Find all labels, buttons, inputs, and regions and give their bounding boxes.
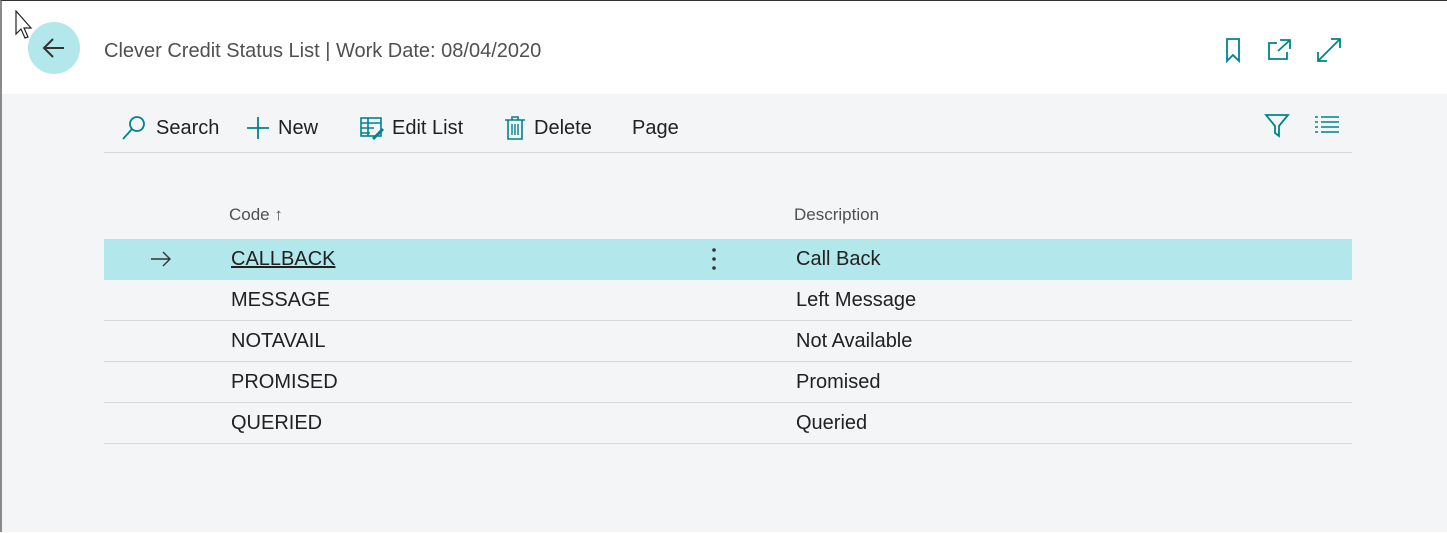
list-grid: CALLBACK Call Back MESSAGE Left Message …	[104, 239, 1352, 444]
code-cell[interactable]: MESSAGE	[231, 289, 330, 312]
back-arrow-icon	[42, 38, 64, 58]
search-button[interactable]: Search	[120, 112, 219, 144]
sort-ascending-icon: ↑	[274, 205, 283, 224]
edit-list-label: Edit List	[392, 116, 464, 139]
delete-button[interactable]: Delete	[504, 112, 592, 144]
row-arrow-icon	[151, 251, 171, 267]
plus-icon	[247, 117, 269, 139]
description-cell[interactable]: Promised	[796, 371, 880, 394]
search-label: Search	[156, 116, 220, 139]
table-row[interactable]: MESSAGE Left Message	[104, 280, 1352, 321]
new-label: New	[278, 116, 319, 139]
edit-list-icon	[360, 117, 384, 140]
description-cell[interactable]: Call Back	[796, 248, 880, 271]
delete-label: Delete	[534, 116, 592, 139]
page-header: Clever Credit Status List | Work Date: 0…	[2, 1, 1447, 94]
table-row[interactable]: CALLBACK Call Back	[104, 239, 1352, 280]
table-row[interactable]: QUERIED Queried	[104, 403, 1352, 444]
edit-list-button[interactable]: Edit List	[360, 112, 463, 144]
open-new-window-icon[interactable]	[1266, 37, 1292, 63]
page-frame: Clever Credit Status List | Work Date: 0…	[0, 0, 1447, 532]
page-title: Clever Credit Status List | Work Date: 0…	[104, 40, 542, 62]
table-row[interactable]: NOTAVAIL Not Available	[104, 321, 1352, 362]
column-header-description[interactable]: Description	[794, 205, 879, 225]
description-cell[interactable]: Left Message	[796, 289, 916, 312]
search-icon	[122, 116, 145, 140]
code-cell[interactable]: NOTAVAIL	[231, 330, 325, 353]
description-cell[interactable]: Not Available	[796, 330, 912, 353]
column-header-code-label: Code	[229, 205, 270, 224]
page-menu-button[interactable]: Page	[632, 112, 679, 144]
column-header-code[interactable]: Code ↑	[229, 205, 283, 225]
action-bar: Search New Edit List Delete Page	[104, 104, 1352, 153]
filter-icon[interactable]	[1264, 112, 1290, 138]
bookmark-icon[interactable]	[1220, 37, 1246, 63]
table-row[interactable]: PROMISED Promised	[104, 362, 1352, 403]
code-cell[interactable]: PROMISED	[231, 371, 338, 394]
code-cell[interactable]: QUERIED	[231, 412, 322, 435]
expand-icon[interactable]	[1316, 37, 1342, 63]
description-cell[interactable]: Queried	[796, 412, 867, 435]
list-view-icon[interactable]	[1314, 114, 1340, 136]
trash-icon	[505, 116, 525, 140]
new-button[interactable]: New	[246, 112, 318, 144]
mouse-cursor-icon	[15, 10, 33, 39]
page-label: Page	[632, 116, 679, 139]
more-options-icon[interactable]	[708, 247, 720, 271]
code-cell[interactable]: CALLBACK	[231, 248, 336, 271]
